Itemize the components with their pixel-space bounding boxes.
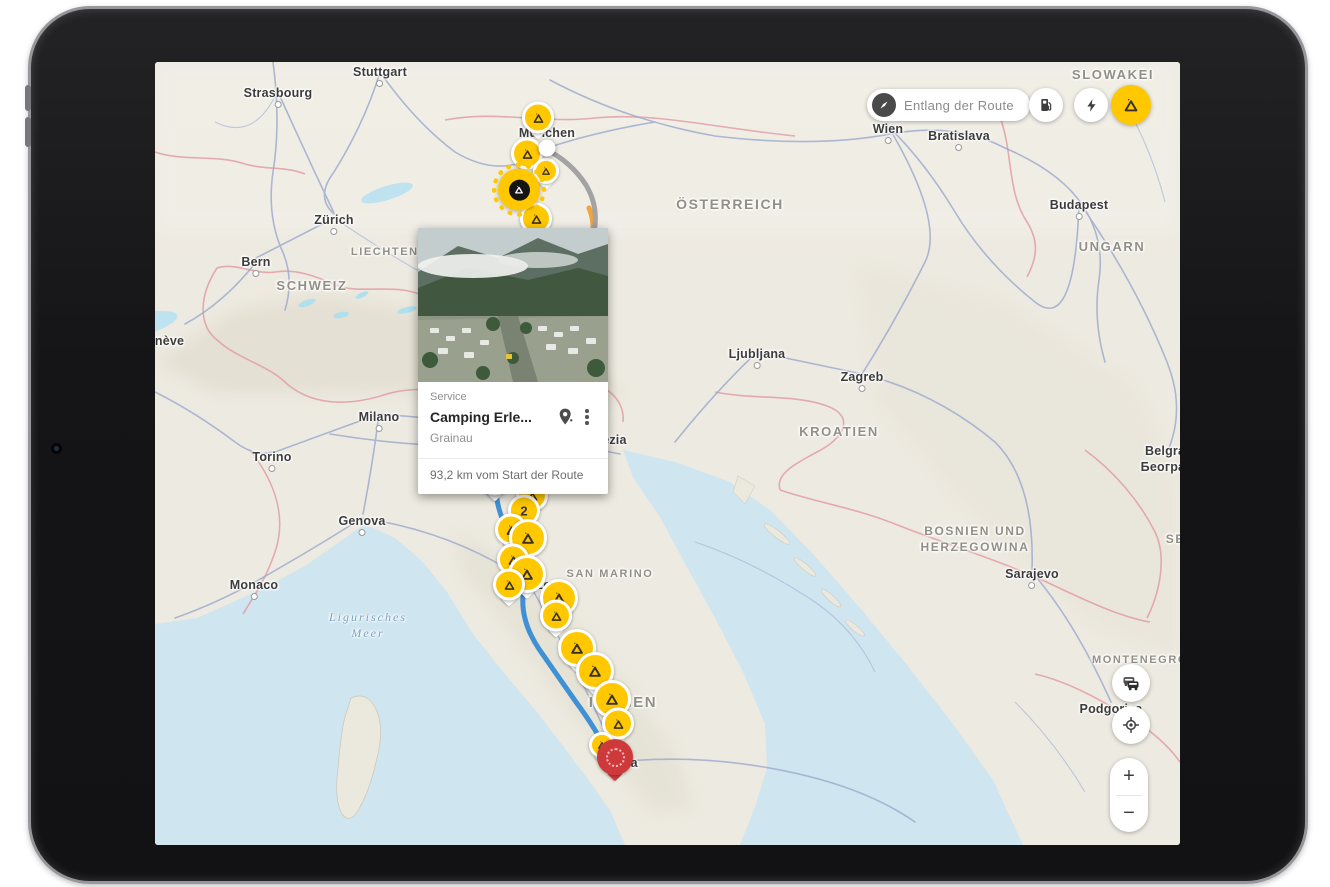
zoom-in-button[interactable]: + xyxy=(1110,758,1148,795)
zoom-controls: + − xyxy=(1110,758,1148,832)
pin-face xyxy=(540,599,572,632)
volume-down-button xyxy=(25,117,31,147)
poi-title: Camping Erle... xyxy=(430,409,532,425)
tent-icon xyxy=(613,718,623,729)
compass-icon xyxy=(872,93,896,117)
charging-stations-button[interactable] xyxy=(1074,88,1108,122)
tent-icon xyxy=(531,213,541,224)
tent-icon xyxy=(589,665,601,677)
tent-icon xyxy=(1124,98,1138,112)
tent-icon xyxy=(551,610,561,621)
along-route-button[interactable]: Entlang der Route xyxy=(867,89,1030,121)
app-screen: StrasbourgStuttgartZürichBernGenèveMilan… xyxy=(155,62,1180,845)
poi-category: Service xyxy=(430,391,467,403)
locate-me-button[interactable] xyxy=(1112,706,1150,744)
lightning-icon xyxy=(1086,98,1096,112)
tent-icon xyxy=(504,579,514,590)
along-route-label: Entlang der Route xyxy=(904,97,1014,113)
tent-icon xyxy=(533,112,543,123)
fuel-pump-icon xyxy=(1041,99,1052,111)
tent-icon xyxy=(542,167,550,175)
volume-up-button xyxy=(25,85,31,111)
campsite-marker[interactable] xyxy=(493,568,525,607)
route-start-marker xyxy=(538,139,556,157)
campsites-filter-button[interactable] xyxy=(1111,85,1151,125)
crosshair-icon xyxy=(1123,717,1139,733)
campsite-marker[interactable] xyxy=(522,101,554,140)
zoom-out-button[interactable]: − xyxy=(1110,796,1148,833)
campsite-marker[interactable] xyxy=(540,599,572,638)
pin-face xyxy=(493,568,525,601)
pin-face xyxy=(522,101,554,134)
selected-halo xyxy=(492,162,546,217)
destination-core xyxy=(605,747,625,767)
selected-core xyxy=(508,179,530,201)
poi-popup-card[interactable]: Service Camping Erle... Grainau 93,2 km … xyxy=(418,228,608,494)
front-camera xyxy=(51,443,62,454)
tablet-frame: StrasbourgStuttgartZürichBernGenèveMilan… xyxy=(25,6,1308,884)
fuel-stations-button[interactable] xyxy=(1029,88,1063,122)
pin-plus-icon xyxy=(559,408,573,425)
selected-campsite-marker[interactable] xyxy=(492,162,546,217)
tent-icon xyxy=(606,693,618,705)
traffic-button[interactable] xyxy=(1112,664,1150,702)
pin-face xyxy=(597,739,633,776)
more-options-button[interactable] xyxy=(578,409,596,425)
map-canvas[interactable] xyxy=(155,62,1180,845)
tent-icon xyxy=(515,185,523,194)
add-to-route-button[interactable] xyxy=(554,405,578,429)
campsite-photo xyxy=(418,228,608,382)
destination-marker[interactable] xyxy=(597,739,633,782)
poi-town: Grainau xyxy=(430,431,473,445)
traffic-icon xyxy=(1123,677,1139,691)
page: StrasbourgStuttgartZürichBernGenèveMilan… xyxy=(0,0,1330,887)
poi-distance: 93,2 km vom Start der Route xyxy=(430,468,584,482)
